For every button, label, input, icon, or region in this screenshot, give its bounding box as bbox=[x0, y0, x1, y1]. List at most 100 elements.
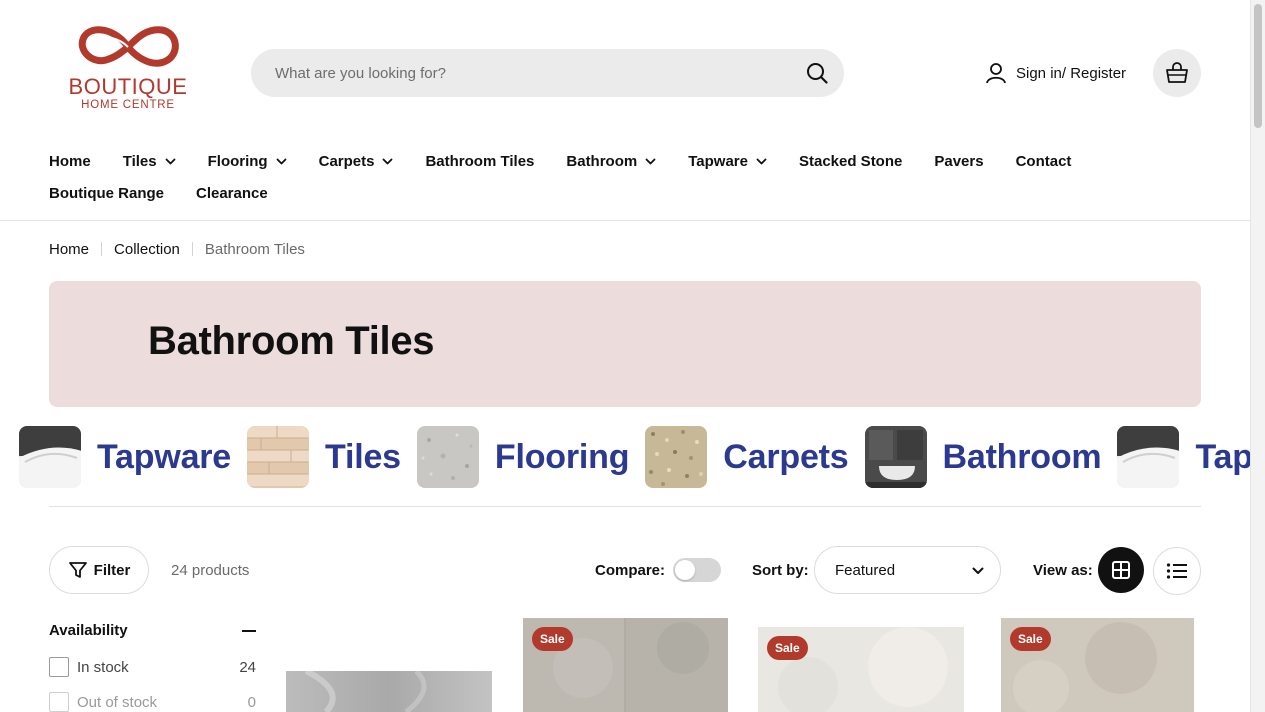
sale-badge: Sale bbox=[1010, 627, 1051, 651]
nav-item-label: Stacked Stone bbox=[798, 152, 903, 170]
nav-item-clearance[interactable]: Clearance bbox=[196, 185, 268, 202]
category-marquee: Tapware Tiles Flooring Carpets Bathroom … bbox=[0, 426, 1250, 488]
user-icon bbox=[986, 63, 1006, 84]
sale-badge: Sale bbox=[532, 627, 573, 651]
main-navigation: Home Tiles Flooring Carpets Bathroom Tiles Ba… bbox=[49, 150, 1199, 204]
product-card[interactable] bbox=[286, 671, 492, 712]
filter-option-count: 0 bbox=[247, 693, 256, 711]
nav-item-label: Boutique Range bbox=[49, 184, 164, 202]
product-count: 24 products bbox=[171, 562, 250, 579]
breadcrumb-separator bbox=[191, 242, 193, 256]
grid-view-button[interactable] bbox=[1098, 547, 1144, 593]
nav-item-boutique-range[interactable]: Boutique Range bbox=[49, 185, 164, 202]
filter-option-label: Out of stock bbox=[77, 693, 158, 711]
nav-item-label: Tiles bbox=[122, 152, 157, 170]
category-thumbnail bbox=[864, 426, 927, 488]
view-label: View as: bbox=[1033, 562, 1093, 579]
compare-control: Compare: bbox=[595, 558, 722, 582]
breadcrumb-home[interactable]: Home bbox=[49, 241, 89, 258]
category-link-bathroom[interactable]: Bathroom bbox=[864, 426, 1102, 488]
header-divider bbox=[0, 220, 1250, 221]
category-link-tiles[interactable]: Tiles bbox=[247, 426, 401, 488]
category-thumbnail bbox=[1117, 426, 1180, 488]
compare-label: Compare: bbox=[595, 561, 666, 579]
category-label: Tapware bbox=[97, 437, 232, 476]
sign-in-label: Sign in/ Register bbox=[1016, 64, 1127, 82]
product-card[interactable]: Sale bbox=[1001, 618, 1194, 712]
toggle-knob bbox=[675, 560, 696, 580]
nav-item-carpets[interactable]: Carpets bbox=[319, 153, 394, 170]
logo-subtitle: HOME CENTRE bbox=[81, 99, 175, 111]
nav-item-label: Flooring bbox=[207, 152, 268, 170]
product-card[interactable]: Sale bbox=[758, 627, 964, 712]
nav-item-home[interactable]: Home bbox=[49, 153, 91, 170]
filter-option-in-stock[interactable]: In stock 24 bbox=[49, 657, 256, 677]
filter-label: Filter bbox=[93, 561, 131, 579]
chevron-down-icon bbox=[645, 158, 656, 164]
collapse-minus-icon bbox=[242, 629, 256, 632]
nav-item-label: Tapware bbox=[688, 152, 748, 170]
section-divider bbox=[49, 506, 1201, 507]
category-link-flooring[interactable]: Flooring bbox=[416, 426, 630, 488]
sort-value: Featured bbox=[835, 561, 896, 579]
nav-item-label: Home bbox=[49, 152, 91, 170]
checkbox[interactable] bbox=[49, 692, 69, 712]
chevron-down-icon bbox=[972, 567, 984, 574]
category-label: Bathroom bbox=[942, 437, 1102, 476]
nav-row-secondary: Boutique Range Clearance bbox=[49, 182, 1199, 204]
nav-item-label: Pavers bbox=[934, 152, 984, 170]
nav-item-label: Bathroom bbox=[566, 152, 638, 170]
list-view-button[interactable] bbox=[1153, 547, 1201, 595]
logo[interactable]: BOUTIQUE HOME CENTRE bbox=[58, 20, 198, 124]
product-image bbox=[286, 671, 492, 712]
nav-item-contact[interactable]: Contact bbox=[1016, 153, 1072, 170]
cart-button[interactable] bbox=[1153, 49, 1201, 97]
scrollbar-thumb[interactable] bbox=[1254, 4, 1262, 128]
category-label: Tiles bbox=[325, 437, 401, 476]
page-scrollbar[interactable] bbox=[1250, 0, 1265, 712]
nav-item-bathroom[interactable]: Bathroom bbox=[566, 153, 656, 170]
category-link-tapware[interactable]: Tapware bbox=[19, 426, 231, 488]
category-link-tapware[interactable]: Tapware bbox=[1117, 426, 1250, 488]
filter-funnel-icon bbox=[68, 562, 87, 578]
sale-badge: Sale bbox=[767, 636, 808, 660]
search-icon[interactable] bbox=[806, 62, 828, 84]
nav-item-tapware[interactable]: Tapware bbox=[688, 153, 767, 170]
nav-item-flooring[interactable]: Flooring bbox=[208, 153, 287, 170]
shopping-bag-icon bbox=[1166, 62, 1188, 83]
infinity-logo-icon bbox=[78, 26, 179, 67]
grid-icon bbox=[1112, 561, 1130, 579]
checkbox[interactable] bbox=[49, 657, 69, 677]
availability-filter-header[interactable]: Availability bbox=[49, 622, 256, 639]
breadcrumb-collection[interactable]: Collection bbox=[114, 241, 180, 258]
nav-item-stacked-stone[interactable]: Stacked Stone bbox=[799, 153, 902, 170]
breadcrumb: Home Collection Bathroom Tiles bbox=[49, 240, 305, 258]
nav-item-tiles[interactable]: Tiles bbox=[123, 153, 176, 170]
search-bar bbox=[251, 49, 844, 97]
chevron-down-icon bbox=[383, 158, 393, 164]
page-title: Bathroom Tiles bbox=[148, 319, 435, 363]
sort-label: Sort by: bbox=[752, 562, 809, 579]
sort-select[interactable]: Featured bbox=[814, 546, 1001, 594]
search-input[interactable] bbox=[275, 49, 795, 97]
category-link-carpets[interactable]: Carpets bbox=[645, 426, 849, 488]
filter-option-count: 24 bbox=[239, 658, 256, 676]
category-label: Flooring bbox=[494, 437, 630, 476]
nav-item-bathroom-tiles[interactable]: Bathroom Tiles bbox=[425, 153, 534, 170]
breadcrumb-current: Bathroom Tiles bbox=[204, 240, 305, 258]
availability-title: Availability bbox=[49, 622, 128, 639]
category-label: Carpets bbox=[723, 437, 849, 476]
category-thumbnail bbox=[645, 426, 708, 488]
product-card[interactable]: Sale bbox=[523, 618, 728, 712]
filter-option-label: In stock bbox=[77, 658, 129, 676]
collection-banner: Bathroom Tiles bbox=[49, 281, 1201, 407]
chevron-down-icon bbox=[165, 158, 176, 164]
filter-button[interactable]: Filter bbox=[49, 546, 149, 594]
sign-in-link[interactable]: Sign in/ Register bbox=[985, 60, 1126, 86]
nav-row-primary: Home Tiles Flooring Carpets Bathroom Tiles Ba… bbox=[49, 150, 1199, 172]
chevron-down-icon bbox=[756, 158, 767, 164]
filter-option-out-of-stock[interactable]: Out of stock 0 bbox=[49, 692, 256, 712]
nav-item-pavers[interactable]: Pavers bbox=[934, 153, 983, 170]
logo-brand: BOUTIQUE bbox=[68, 74, 188, 99]
compare-toggle[interactable] bbox=[673, 558, 722, 582]
